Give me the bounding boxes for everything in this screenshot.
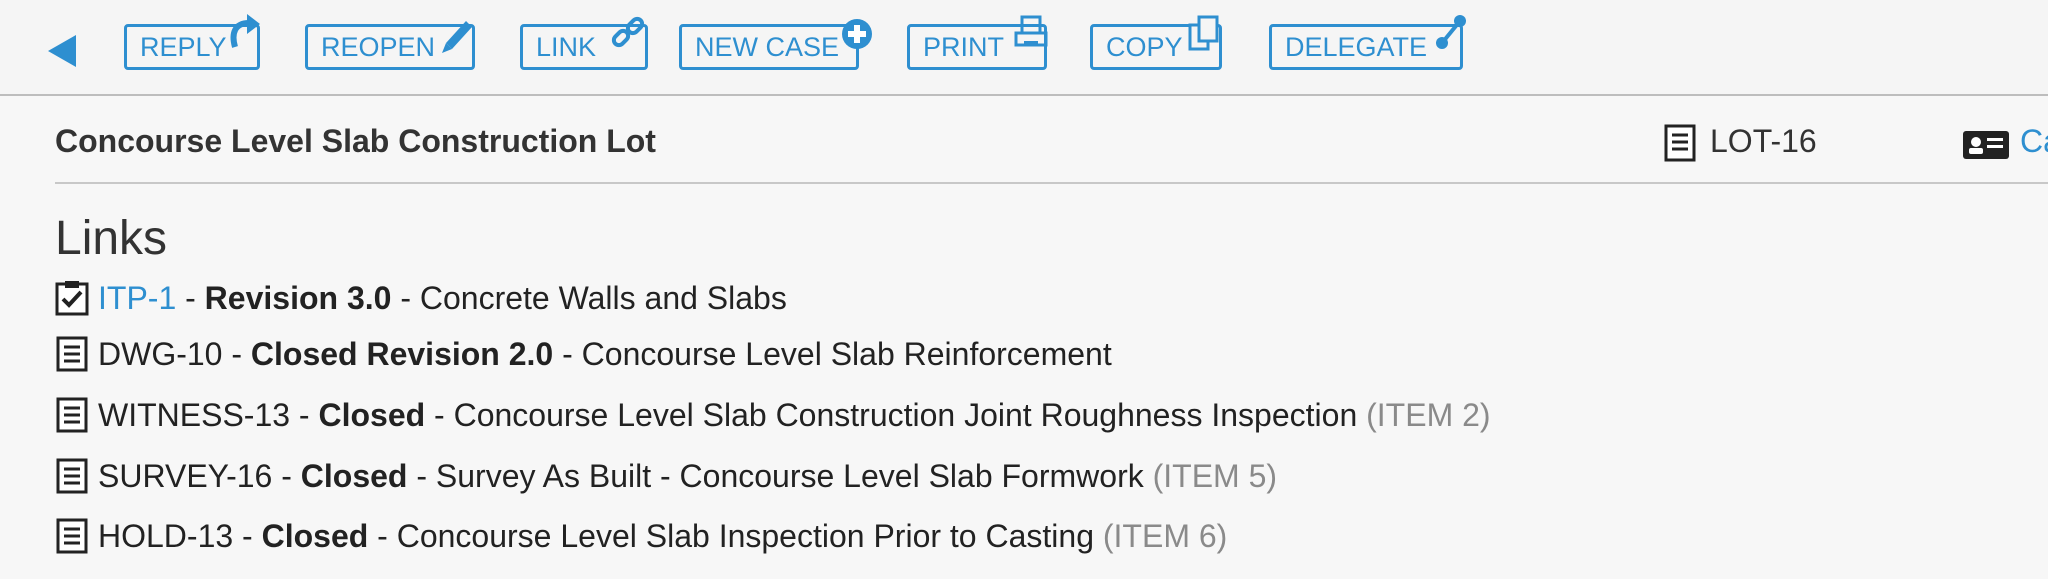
links-heading: Links — [55, 212, 168, 265]
copy-button[interactable]: COPY — [1090, 15, 1222, 70]
separator: - — [368, 517, 397, 554]
link-description: Concourse Level Slab Construction Joint … — [453, 396, 1358, 433]
chain-link-icon — [611, 16, 645, 48]
toolbar: REPLY REOPEN LINK NEW CASE PRINT COPY DE… — [0, 0, 2048, 96]
link-button-label: LINK — [536, 32, 597, 62]
link-button[interactable]: LINK — [520, 16, 648, 70]
document-icon — [1664, 124, 1696, 162]
reopen-button-label: REOPEN — [321, 32, 436, 62]
copy-icon — [1188, 15, 1219, 51]
link-status: Closed Revision 2.0 — [250, 335, 554, 372]
separator: - — [391, 279, 420, 316]
separator: - — [233, 517, 262, 554]
separator: - — [272, 457, 301, 494]
link-description: Concourse Level Slab Reinforcement — [581, 335, 1112, 372]
printer-icon — [1014, 15, 1048, 47]
pencil-icon — [442, 21, 472, 53]
new-case-button[interactable]: NEW CASE — [679, 19, 872, 70]
link-description: Concourse Level Slab Inspection Prior to… — [396, 517, 1094, 554]
separator — [1094, 518, 1103, 555]
link-item-number: (ITEM 6) — [1102, 517, 1228, 554]
link-status: Closed — [300, 457, 408, 494]
separator: - — [407, 457, 436, 494]
link-row-witness-13: WITNESS-13 - Closed - Concourse Level Sl… — [54, 393, 1491, 437]
link-row-dwg-10: DWG-10 - Closed Revision 2.0 - Concourse… — [54, 332, 1112, 376]
back-arrow-icon[interactable] — [46, 33, 78, 69]
link-status: Closed — [318, 396, 426, 433]
link-item-number: (ITEM 2) — [1366, 396, 1491, 433]
print-button-label: PRINT — [923, 32, 1004, 62]
separator: - — [222, 335, 251, 372]
reply-button[interactable]: REPLY — [124, 14, 260, 70]
divider — [55, 182, 2048, 184]
link-ref[interactable]: SURVEY-16 — [98, 458, 272, 495]
separator: - — [176, 279, 205, 316]
print-button[interactable]: PRINT — [907, 15, 1048, 70]
link-row-hold-13: HOLD-13 - Closed - Concourse Level Slab … — [54, 514, 1227, 558]
separator: - — [553, 335, 582, 372]
separator — [1357, 397, 1366, 434]
document-icon — [56, 518, 88, 554]
link-ref[interactable]: DWG-10 — [98, 336, 222, 373]
reopen-button[interactable]: REOPEN — [305, 21, 475, 70]
link-row-survey-16: SURVEY-16 - Closed - Survey As Built - C… — [54, 454, 1277, 498]
link-status: Revision 3.0 — [204, 279, 392, 316]
link-description: Concrete Walls and Slabs — [419, 279, 787, 316]
delegate-node-icon — [1436, 15, 1466, 49]
separator: - — [425, 396, 454, 433]
link-status: Closed — [261, 517, 369, 554]
document-icon — [56, 336, 88, 372]
new-case-button-label: NEW CASE — [695, 32, 840, 62]
case-content: Concourse Level Slab Construction Lot LO… — [0, 96, 2048, 579]
case-title: Concourse Level Slab Construction Lot — [55, 123, 656, 159]
contract-link[interactable]: Ca — [2020, 123, 2048, 160]
delegate-button[interactable]: DELEGATE — [1269, 15, 1466, 70]
reply-button-label: REPLY — [140, 32, 227, 62]
reply-arrow-icon — [230, 14, 260, 48]
id-card-icon — [1963, 131, 2009, 159]
checklist-clipboard-icon — [55, 281, 89, 316]
delegate-button-label: DELEGATE — [1285, 32, 1428, 62]
link-ref[interactable]: ITP-1 — [98, 280, 176, 317]
plus-circle-icon — [842, 19, 872, 49]
separator — [1144, 458, 1153, 495]
link-row-itp-1: ITP-1 - Revision 3.0 - Concrete Walls an… — [54, 276, 787, 320]
lot-id: LOT-16 — [1710, 123, 1817, 159]
document-icon — [56, 458, 88, 494]
separator: - — [290, 396, 319, 433]
link-item-number: (ITEM 5) — [1152, 457, 1278, 494]
document-icon — [56, 397, 88, 433]
copy-button-label: COPY — [1106, 32, 1183, 62]
link-ref[interactable]: WITNESS-13 — [98, 397, 290, 434]
link-ref[interactable]: HOLD-13 — [98, 518, 233, 555]
link-description: Survey As Built - Concourse Level Slab F… — [435, 457, 1144, 494]
